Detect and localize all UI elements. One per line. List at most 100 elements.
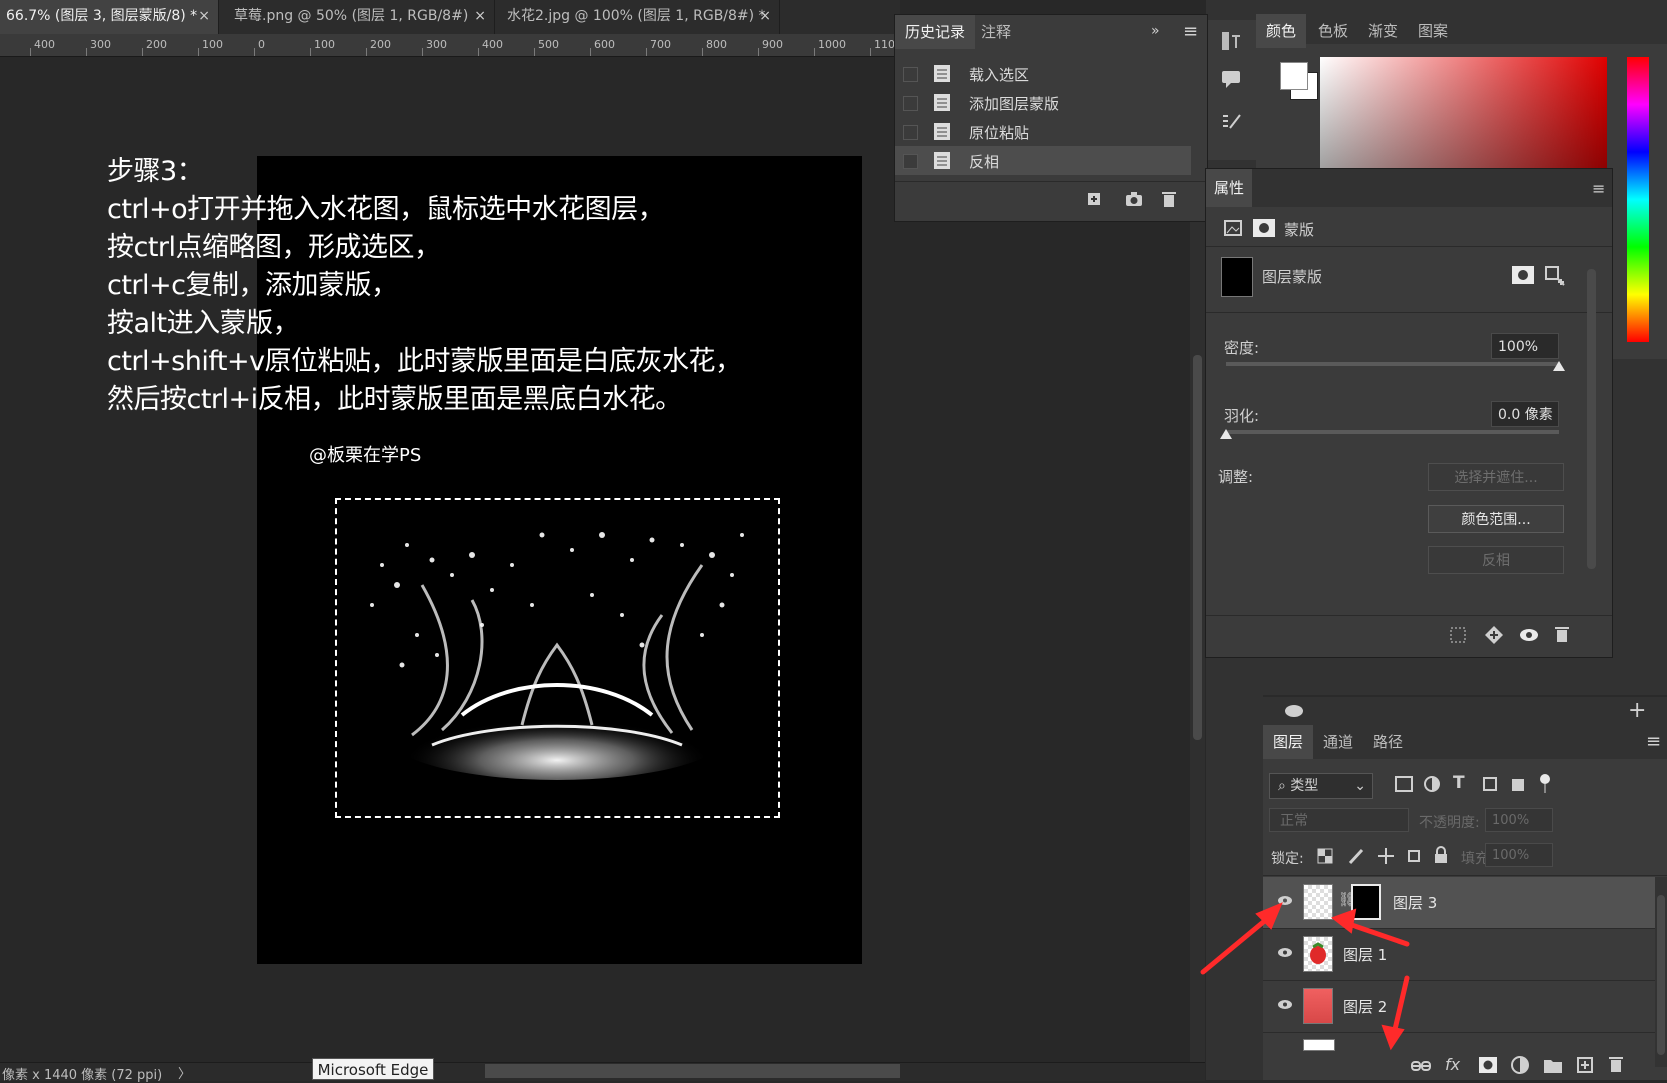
panel-menu-icon[interactable]: ≡ [1183,21,1198,42]
tab-channels[interactable]: 通道 [1313,725,1363,759]
pixel-filter-icon[interactable] [1395,776,1413,792]
chevron-down-icon: ⌄ [1354,778,1366,794]
document-tab-label: 草莓.png @ 50% (图层 1, RGB/8#) [234,8,469,24]
properties-panel: 属性 ≡ 蒙版 图层蒙版 密度: 100% 羽化: 0.0 像素 调整: 选择并… [1205,168,1613,658]
expand-icon[interactable]: » [1151,23,1160,39]
select-mask-icon[interactable] [1511,265,1535,285]
document-tab-active[interactable]: 66.7% (图层 3, 图层蒙版/8) * × [0,0,219,34]
history-checkbox[interactable] [903,125,918,140]
lock-transparency-icon[interactable] [1317,848,1333,864]
history-item[interactable]: 添加图层蒙版 [895,88,1191,117]
history-item-label: 添加图层蒙版 [969,95,1060,113]
horizontal-ruler: 400 300 200 100 0 100 200 300 400 500 60… [0,34,900,57]
close-icon[interactable]: × [198,0,210,32]
filter-toggle-icon[interactable] [1539,773,1551,795]
tab-color[interactable]: 颜色 [1256,14,1307,48]
opacity-field[interactable]: 100% [1485,808,1553,832]
properties-scrollbar[interactable] [1587,269,1596,569]
lock-pixels-icon[interactable] [1347,847,1365,865]
folder-icon[interactable] [1543,1056,1563,1074]
lock-artboard-icon[interactable] [1405,847,1423,865]
adjustment-filter-icon[interactable] [1423,775,1441,793]
apply-vector-mask-icon[interactable] [1544,265,1566,287]
invert-button[interactable]: 反相 [1428,546,1564,574]
new-document-from-state-icon[interactable] [1085,191,1103,207]
feather-slider-handle[interactable] [1220,429,1232,439]
density-slider-handle[interactable] [1553,361,1565,371]
mask-label: 图层蒙版 [1262,268,1323,286]
tab-gradients[interactable]: 渐变 [1358,14,1408,48]
eye-icon[interactable] [1519,628,1539,642]
tab-properties[interactable]: 属性 [1206,169,1253,207]
document-tab-splash[interactable]: 水花2.jpg @ 100% (图层 1, RGB/8#) * × [497,0,780,34]
properties-type-label: 蒙版 [1284,221,1315,239]
brush-settings-icon[interactable] [1220,112,1242,134]
ruler-label: 300 [426,38,447,51]
history-checkbox[interactable] [903,154,918,169]
scrollbar-thumb[interactable] [1193,355,1202,740]
history-checkbox[interactable] [903,67,918,82]
trash-icon[interactable] [1608,1055,1624,1073]
lock-position-icon[interactable] [1377,847,1395,865]
document-tab-strawberry[interactable]: 草莓.png @ 50% (图层 1, RGB/8#) × [224,0,495,34]
smart-object-filter-icon[interactable] [1509,775,1527,793]
instruction-line: ctrl+c复制，添加蒙版， [107,270,398,301]
tab-paths[interactable]: 路径 [1363,725,1413,759]
type-filter-icon[interactable]: T [1453,773,1465,793]
layer-mask-icon[interactable] [1252,218,1276,238]
history-item[interactable]: 载入选区 [895,59,1191,88]
scrollbar-thumb[interactable] [1657,895,1665,1055]
lock-all-icon[interactable] [1433,846,1449,864]
lock-label: 锁定: [1271,851,1304,867]
feather-field[interactable]: 0.0 像素 [1491,401,1559,427]
select-and-mask-button[interactable]: 选择并遮住... [1428,463,1564,491]
density-slider[interactable] [1226,362,1559,366]
ruler-label: 600 [594,38,615,51]
adjustment-layer-icon[interactable] [1511,1056,1529,1074]
document-icon [934,152,950,169]
ruler-label: 200 [370,38,391,51]
load-selection-icon[interactable] [1449,626,1467,644]
chevron-right-icon[interactable]: 〉 [178,1063,191,1082]
tab-notes[interactable]: 注释 [971,15,1021,49]
add-icon[interactable]: + [1628,698,1646,723]
tab-patterns[interactable]: 图案 [1408,14,1458,48]
instruction-line: 步骤3： [107,156,204,187]
trash-icon[interactable] [1554,625,1570,643]
blend-mode-select[interactable]: 正常 [1269,808,1409,832]
history-brush-icon[interactable] [1220,30,1242,52]
add-mask-icon[interactable] [1478,1056,1498,1074]
document-icon [934,123,950,140]
fill-field[interactable]: 100% [1485,843,1553,867]
cloud-icon[interactable] [1283,702,1305,718]
tab-history[interactable]: 历史记录 [895,15,976,49]
search-icon: ⌕ [1278,778,1286,794]
tab-swatches[interactable]: 色板 [1308,14,1358,48]
hue-slider[interactable] [1627,57,1649,342]
shape-filter-icon[interactable] [1481,775,1499,793]
history-item-selected[interactable]: 反相 [895,146,1191,175]
history-item-label: 反相 [969,153,1000,171]
history-item[interactable]: 原位粘贴 [895,117,1191,146]
history-checkbox[interactable] [903,96,918,111]
color-range-button[interactable]: 颜色范围... [1428,505,1564,533]
comment-icon[interactable] [1220,68,1242,90]
layer-filter-select[interactable]: ⌕ 类型 ⌄ [1269,773,1373,799]
close-icon[interactable]: × [759,0,771,32]
pixel-mask-icon[interactable] [1224,220,1242,236]
close-icon[interactable]: × [474,0,486,32]
feather-slider[interactable] [1226,430,1559,434]
trash-icon[interactable] [1161,190,1177,208]
foreground-color-swatch[interactable] [1280,62,1308,90]
tab-layers[interactable]: 图层 [1263,725,1314,759]
new-layer-icon[interactable] [1576,1056,1594,1074]
ruler-label: 400 [34,38,55,51]
panel-menu-icon[interactable]: ≡ [1592,179,1605,198]
document-icon [934,94,950,111]
panel-menu-icon[interactable]: ≡ [1646,731,1661,752]
document-tab-label: 66.7% (图层 3, 图层蒙版/8) * [6,8,198,24]
density-field[interactable]: 100% [1491,333,1559,359]
camera-icon[interactable] [1125,191,1143,207]
apply-mask-icon[interactable] [1484,625,1504,645]
horizontal-scrollbar-thumb[interactable] [485,1064,900,1078]
